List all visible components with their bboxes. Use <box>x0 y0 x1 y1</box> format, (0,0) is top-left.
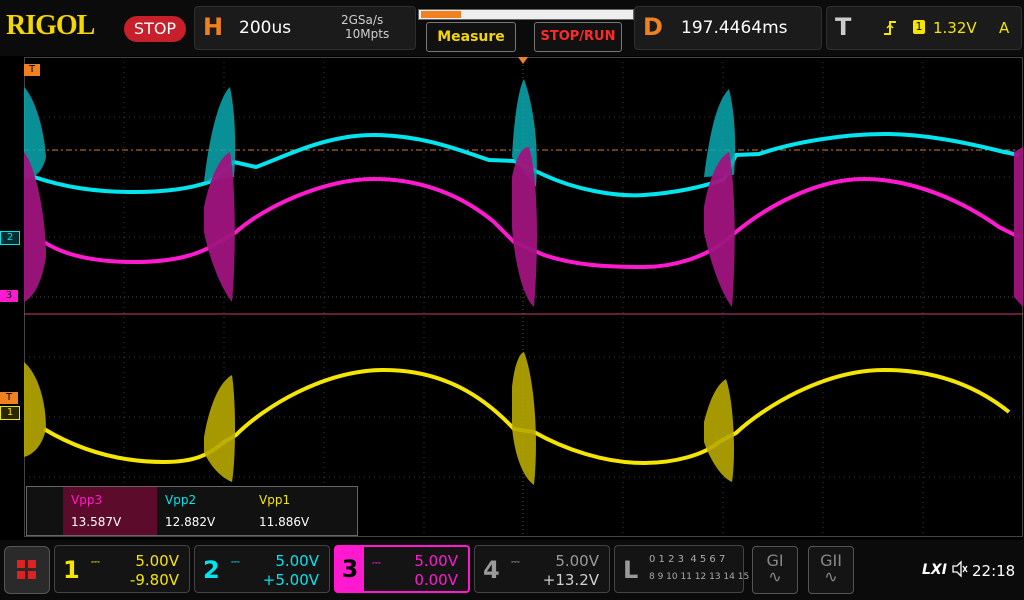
measurement-table[interactable]: Vpp3 13.587V Vpp2 12.882V Vpp1 11.886V <box>26 486 358 536</box>
stop-run-button[interactable]: STOP/RUN <box>534 22 622 52</box>
channel-3-scale: 5.00V <box>414 552 458 570</box>
speaker-muted-icon[interactable] <box>951 560 969 582</box>
lxi-icon: LXI <box>922 562 947 578</box>
trigger-source-badge: 1 <box>913 20 925 34</box>
trigger-mode: A <box>999 19 1010 37</box>
ch3-ground-marker[interactable]: 3 <box>0 290 18 302</box>
clock: 22:18 <box>972 562 1016 580</box>
ch2-marker-label: 2 <box>6 232 14 243</box>
logic-channels-row1: 0 1 2 3 4 5 6 7 <box>649 554 726 565</box>
generator-1-button[interactable]: GI ∿ <box>752 546 798 594</box>
channel-4-panel[interactable]: 4 ⎓ 5.00V +13.2V <box>474 545 610 593</box>
measurement-value: 13.587V <box>71 515 122 529</box>
sine-wave-icon: ∿ <box>824 567 838 586</box>
logic-analyzer-panel[interactable]: L 0 1 2 3 4 5 6 7 8 9 10 11 12 13 14 15 <box>614 545 749 593</box>
ch1-marker-label: 1 <box>6 407 14 418</box>
ch2-ground-marker[interactable]: 2 <box>0 231 20 245</box>
trigger-level: 1.32V <box>933 19 977 37</box>
sine-wave-icon: ∿ <box>768 567 782 586</box>
top-bar: RIGOL STOP H 200us 2GSa/s 10Mpts Measure… <box>0 0 1024 56</box>
channel-1-panel[interactable]: 1 ⎓ 5.00V -9.80V <box>54 545 190 593</box>
dc-coupling-icon: ⎓ <box>511 555 520 568</box>
trigger-letter: T <box>835 13 852 41</box>
trigger-position-label: T <box>28 64 36 75</box>
delay-letter: D <box>643 13 663 41</box>
ch1-ground-marker[interactable]: 1 <box>0 406 20 420</box>
horizontal-panel[interactable]: H 200us 2GSa/s 10Mpts <box>194 6 416 50</box>
measurement-vpp3: Vpp3 13.587V <box>63 487 157 535</box>
measurement-name: Vpp2 <box>165 493 197 507</box>
ch3-marker-label: 3 <box>5 290 13 301</box>
dc-coupling-icon: ⎓ <box>372 556 381 569</box>
logic-letter: L <box>623 556 639 584</box>
trigger-level-label: T <box>5 392 13 403</box>
trigger-position-marker[interactable]: T <box>24 64 40 76</box>
measurement-value: 12.882V <box>165 515 216 529</box>
channel-3-number: 3 <box>336 547 364 591</box>
channel-2-panel[interactable]: 2 ⎓ 5.00V +5.00V <box>194 545 330 593</box>
brand-logo: RIGOL <box>6 10 95 41</box>
trigger-panel[interactable]: T 1 1.32V A <box>826 6 1022 50</box>
channel-4-number: 4 <box>483 556 500 584</box>
dc-coupling-icon: ⎓ <box>231 555 240 568</box>
waveform-display[interactable] <box>24 57 1023 537</box>
channel-4-scale: 5.00V <box>555 552 599 570</box>
measurement-name: Vpp3 <box>71 493 103 507</box>
channel-2-number: 2 <box>203 556 220 584</box>
channel-1-offset: -9.80V <box>129 571 179 589</box>
channel-4-offset: +13.2V <box>542 571 599 589</box>
memory-position-bar <box>418 9 634 20</box>
timebase-value: 200us <box>239 18 292 38</box>
trigger-horizontal-arrow <box>518 57 528 64</box>
measure-button[interactable]: Measure <box>426 22 516 52</box>
horizontal-letter: H <box>203 13 224 41</box>
channel-3-offset: 0.00V <box>414 571 458 589</box>
channel-1-number: 1 <box>63 556 80 584</box>
run-state-badge[interactable]: STOP <box>124 16 186 42</box>
generator-2-button[interactable]: GII ∿ <box>808 546 854 594</box>
delay-panel[interactable]: D 197.4464ms <box>634 6 822 50</box>
memory-depth: 10Mpts <box>345 27 390 41</box>
measurement-value: 11.886V <box>259 515 310 529</box>
measurement-name: Vpp1 <box>259 493 291 507</box>
sample-rate: 2GSa/s <box>341 13 384 27</box>
measurement-vpp2: Vpp2 12.882V <box>157 487 251 535</box>
rising-edge-icon <box>883 19 897 41</box>
channel-1-scale: 5.00V <box>135 552 179 570</box>
channel-2-offset: +5.00V <box>262 571 319 589</box>
grid-menu-icon <box>17 560 36 579</box>
main-menu-button[interactable] <box>4 546 50 594</box>
channel-2-scale: 5.00V <box>275 552 319 570</box>
trigger-level-marker[interactable]: T <box>0 392 18 404</box>
dc-coupling-icon: ⎓ <box>91 555 100 568</box>
logic-channels-row2: 8 9 10 11 12 13 14 15 <box>649 572 750 582</box>
channel-3-panel[interactable]: 3 ⎓ 5.00V 0.00V <box>334 545 470 593</box>
delay-value: 197.4464ms <box>681 18 788 38</box>
measurement-vpp1: Vpp1 11.886V <box>251 487 345 535</box>
